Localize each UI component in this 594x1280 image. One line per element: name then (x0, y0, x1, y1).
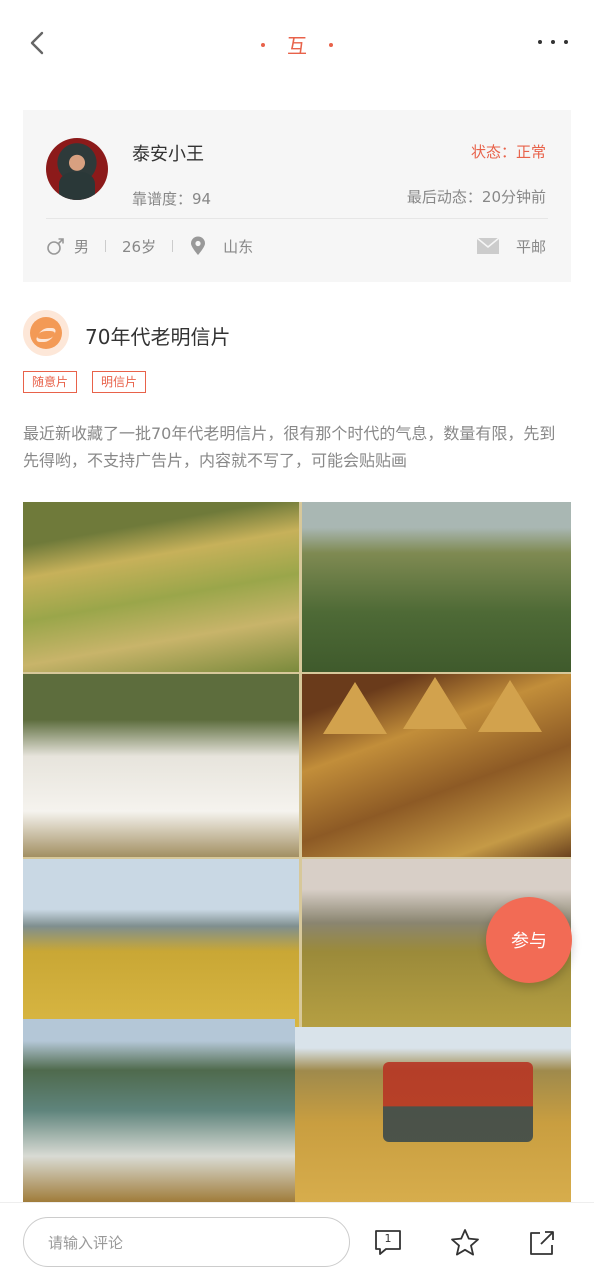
status-badge: 状态：正常 (470, 143, 546, 161)
post-title: 70年代老明信片 (85, 325, 231, 349)
post-body: 最近新收藏了一批70年代老明信片，很有那个时代的气息，数量有限，先到先得哟，不支… (23, 424, 556, 470)
male-icon (47, 238, 64, 255)
comment-placeholder: 请输入评论 (48, 1233, 124, 1252)
location-icon (191, 236, 206, 255)
postcard-poultry-farm (23, 674, 299, 857)
reliability-score: 靠谱度：94 (132, 190, 212, 208)
card-divider (46, 218, 548, 219)
avatar[interactable] (46, 138, 108, 200)
star-icon (451, 1229, 479, 1256)
postcard-fishing (23, 1019, 295, 1202)
more-button[interactable] (538, 30, 568, 54)
tag[interactable]: 随意片 (23, 371, 78, 393)
title-dot-left (261, 42, 265, 47)
share-button[interactable] (526, 1227, 558, 1259)
comment-count: 1 (384, 1232, 392, 1245)
harvester-shape (383, 1062, 533, 1142)
mail-type: 平邮 (476, 236, 546, 257)
share-icon (530, 1231, 554, 1255)
post-header: 70年代老明信片 (23, 310, 571, 356)
postcard-terraced-fields (23, 502, 299, 672)
user-meta-row: 男 26岁 山东 平邮 (46, 232, 546, 260)
post-photo[interactable] (23, 502, 571, 1202)
tag-list: 随意片 明信片 (23, 371, 147, 393)
age-label: 26岁 (122, 237, 157, 256)
grain-pile (478, 680, 542, 732)
grain-pile (403, 677, 467, 729)
mail-icon (476, 237, 500, 254)
comment-input[interactable]: 请输入评论 (23, 1217, 350, 1267)
divider (105, 240, 107, 252)
gender-label: 男 (74, 237, 90, 256)
user-card: 泰安小王 状态：正常 靠谱度：94 最后动态：20分钟前 男 26岁 山东 平邮 (23, 110, 571, 282)
postcard-tractor-field (302, 502, 571, 672)
divider (172, 240, 174, 252)
location-label: 山东 (223, 237, 254, 256)
bottom-bar: 请输入评论 1 (0, 1202, 594, 1280)
user-name[interactable]: 泰安小王 (132, 140, 204, 166)
postcard-wheat-field (23, 859, 299, 1027)
mail-label: 平邮 (515, 237, 546, 256)
page-title: 互 (0, 30, 594, 59)
title-dot-right (329, 42, 333, 47)
more-icon (538, 40, 542, 44)
comment-button[interactable]: 1 (372, 1227, 404, 1259)
join-button-label: 参与 (511, 931, 547, 952)
grain-pile (323, 682, 387, 734)
last-active: 最后动态：20分钟前 (406, 188, 546, 206)
tag[interactable]: 明信片 (92, 371, 147, 393)
favorite-button[interactable] (449, 1227, 481, 1259)
top-bar: 互 (0, 0, 594, 90)
page-title-text: 互 (287, 34, 307, 58)
category-logo-icon (23, 310, 69, 356)
join-button[interactable]: 参与 (486, 897, 572, 983)
